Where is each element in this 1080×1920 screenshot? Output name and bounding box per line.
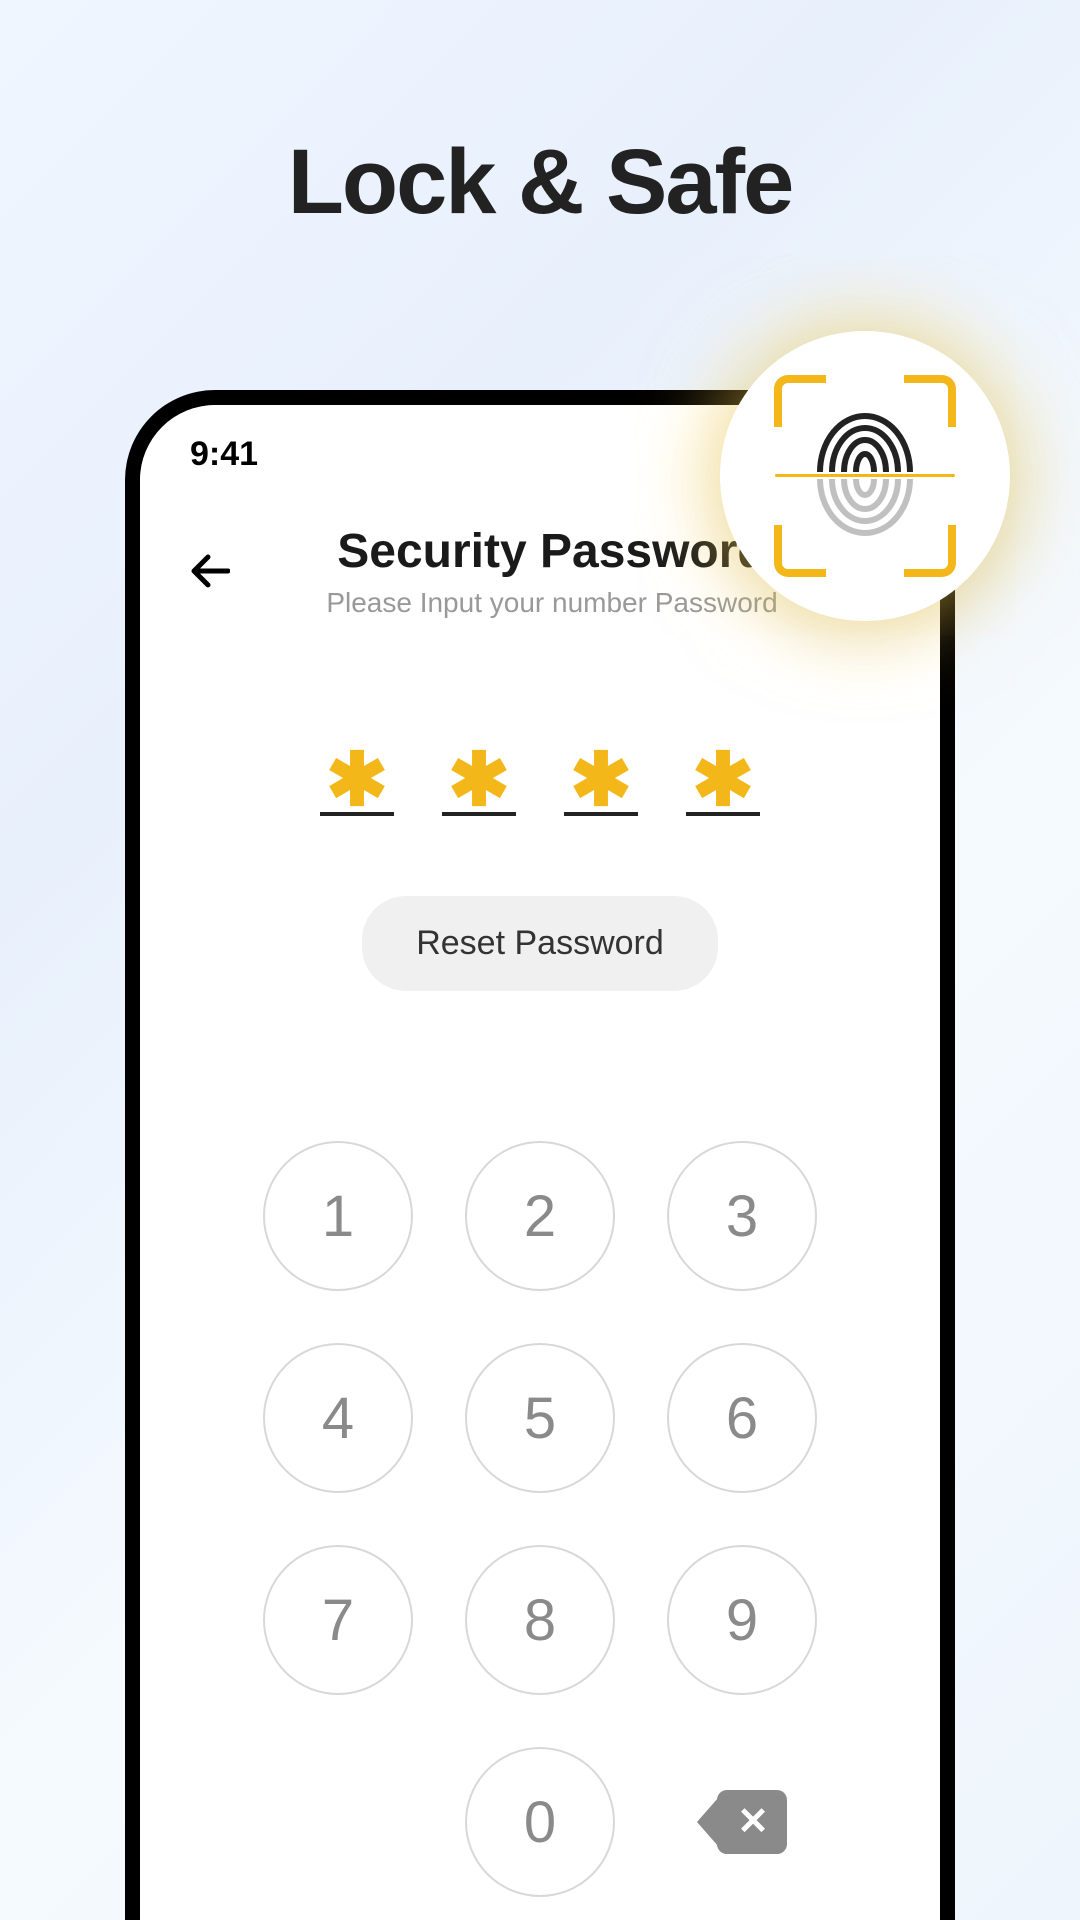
- keypad-6[interactable]: 6: [667, 1343, 817, 1493]
- page-title: Lock & Safe: [0, 0, 1080, 235]
- password-slot: ✱: [564, 739, 638, 816]
- password-slot: ✱: [320, 739, 394, 816]
- password-mask: ✱: [448, 738, 510, 821]
- keypad-9[interactable]: 9: [667, 1545, 817, 1695]
- phone-screen: 9:41 Security Password Please Input your…: [140, 405, 940, 1920]
- keypad-4[interactable]: 4: [263, 1343, 413, 1493]
- keypad-1[interactable]: 1: [263, 1141, 413, 1291]
- password-mask: ✱: [570, 738, 632, 821]
- password-mask: ✱: [326, 738, 388, 821]
- keypad-blank: [263, 1747, 413, 1897]
- numeric-keypad: 1 2 3 4 5 6 7 8 9 0 ✕: [140, 1141, 940, 1897]
- back-button[interactable]: [190, 549, 230, 595]
- fingerprint-button[interactable]: [720, 331, 1010, 621]
- keypad-5[interactable]: 5: [465, 1343, 615, 1493]
- arrow-left-icon: [190, 554, 230, 588]
- keypad-2[interactable]: 2: [465, 1141, 615, 1291]
- status-time: 9:41: [190, 435, 258, 474]
- keypad-8[interactable]: 8: [465, 1545, 615, 1695]
- reset-password-button[interactable]: Reset Password: [362, 896, 718, 991]
- keypad-7[interactable]: 7: [263, 1545, 413, 1695]
- fingerprint-scanline: [775, 474, 955, 477]
- password-input: ✱ ✱ ✱ ✱: [140, 739, 940, 816]
- backspace-icon: ✕: [697, 1790, 787, 1854]
- password-slot: ✱: [686, 739, 760, 816]
- keypad-3[interactable]: 3: [667, 1141, 817, 1291]
- keypad-backspace[interactable]: ✕: [667, 1747, 817, 1897]
- password-slot: ✱: [442, 739, 516, 816]
- fingerprint-icon: [806, 406, 924, 546]
- phone-frame: 9:41 Security Password Please Input your…: [125, 390, 955, 1920]
- keypad-0[interactable]: 0: [465, 1747, 615, 1897]
- password-mask: ✱: [692, 738, 754, 821]
- screen-subtitle: Please Input your number Password: [260, 587, 844, 619]
